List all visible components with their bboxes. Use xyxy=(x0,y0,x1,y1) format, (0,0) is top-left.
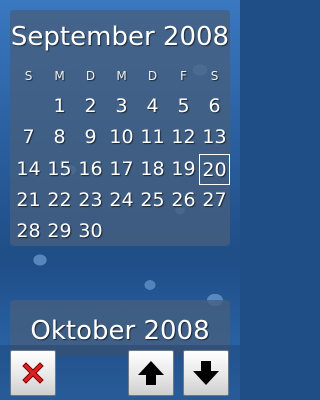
day-cell[interactable]: 30 xyxy=(75,216,106,247)
day-cell[interactable]: 12 xyxy=(168,122,199,153)
day-cell[interactable]: 4 xyxy=(137,91,168,122)
day-cell[interactable]: 14 xyxy=(13,154,44,185)
day-cell[interactable]: 22 xyxy=(44,185,75,216)
day-cell[interactable] xyxy=(13,91,44,122)
weekday-label: M xyxy=(54,69,65,83)
day-cell[interactable]: 28 xyxy=(13,216,44,247)
day-cell[interactable]: 26 xyxy=(168,185,199,216)
day-cell[interactable]: 8 xyxy=(44,122,75,153)
day-cell[interactable]: 18 xyxy=(137,154,168,185)
next-month-button[interactable] xyxy=(183,350,229,396)
weekday-label: S xyxy=(210,69,219,83)
day-cell[interactable] xyxy=(137,216,168,247)
week-row: 14 15 16 17 18 19 20 xyxy=(10,154,230,185)
weekday-label: S xyxy=(24,69,33,83)
selected-day-cell[interactable]: 20 xyxy=(199,154,230,185)
weekday-header-row: S M D M D F S xyxy=(10,66,230,86)
day-cell[interactable]: 15 xyxy=(44,154,75,185)
week-row: 7 8 9 10 11 12 13 xyxy=(10,122,230,153)
day-cell[interactable]: 24 xyxy=(106,185,137,216)
day-cell[interactable]: 5 xyxy=(168,91,199,122)
day-cell[interactable] xyxy=(199,216,230,247)
close-button[interactable] xyxy=(10,350,56,396)
arrow-up-icon xyxy=(138,361,164,385)
close-icon xyxy=(22,362,44,384)
week-row: 28 29 30 xyxy=(10,216,230,247)
arrow-down-icon xyxy=(193,361,219,385)
day-cell[interactable]: 29 xyxy=(44,216,75,247)
day-cell[interactable]: 9 xyxy=(75,122,106,153)
weekday-label: D xyxy=(85,69,96,83)
day-cell[interactable]: 3 xyxy=(106,91,137,122)
day-cell[interactable]: 25 xyxy=(137,185,168,216)
day-cell[interactable]: 6 xyxy=(199,91,230,122)
current-month-title: September 2008 xyxy=(10,22,230,52)
weekday-label: F xyxy=(180,69,187,83)
day-cell[interactable]: 7 xyxy=(13,122,44,153)
day-cell[interactable]: 13 xyxy=(199,122,230,153)
weekday-label: M xyxy=(116,69,127,83)
next-month-title[interactable]: Oktober 2008 xyxy=(0,316,240,346)
day-cell[interactable]: 2 xyxy=(75,91,106,122)
day-cell[interactable] xyxy=(168,216,199,247)
day-cell[interactable] xyxy=(106,216,137,247)
day-cell[interactable]: 10 xyxy=(106,122,137,153)
day-cell[interactable]: 17 xyxy=(106,154,137,185)
day-cell[interactable]: 27 xyxy=(199,185,230,216)
day-cell[interactable]: 21 xyxy=(13,185,44,216)
day-cell[interactable]: 11 xyxy=(137,122,168,153)
day-cell[interactable]: 1 xyxy=(44,91,75,122)
day-cell[interactable]: 23 xyxy=(75,185,106,216)
day-cell[interactable]: 16 xyxy=(75,154,106,185)
day-cell[interactable]: 19 xyxy=(168,154,199,185)
week-row: 1 2 3 4 5 6 xyxy=(10,91,230,122)
weekday-label: D xyxy=(147,69,158,83)
week-row: 21 22 23 24 25 26 27 xyxy=(10,185,230,216)
previous-month-button[interactable] xyxy=(128,350,174,396)
